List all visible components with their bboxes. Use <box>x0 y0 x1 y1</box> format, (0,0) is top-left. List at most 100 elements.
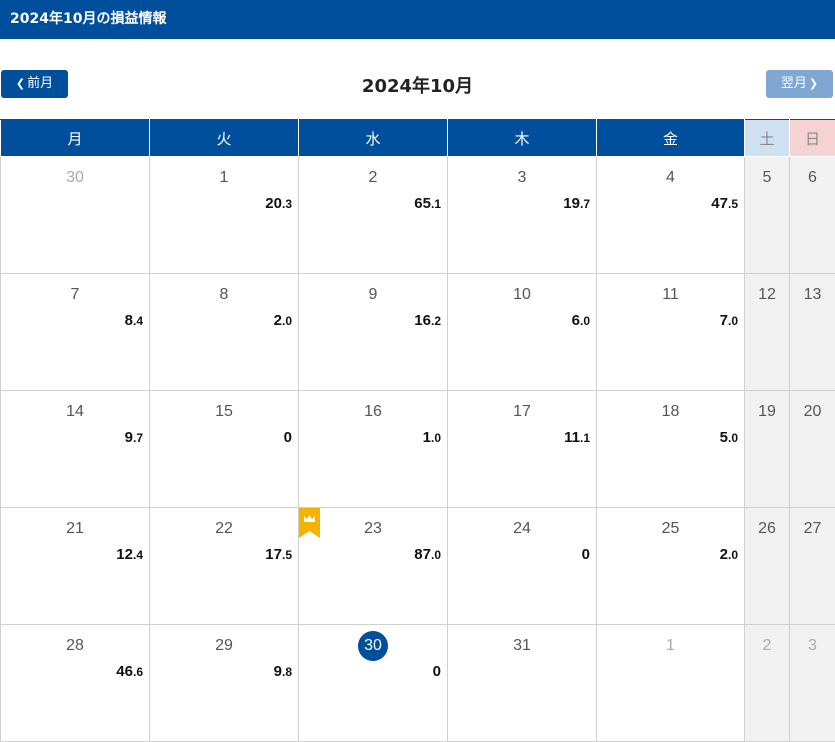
calendar-day-cell[interactable]: 30 <box>0 156 150 274</box>
day-number: 29 <box>150 635 298 657</box>
calendar-day-cell[interactable]: 17 11.1 <box>447 390 597 508</box>
calendar-day-cell[interactable]: 27 <box>789 507 835 625</box>
day-number-text: 3 <box>808 637 817 654</box>
calendar-day-cell[interactable]: 20 <box>789 390 835 508</box>
profit-value-int: 9 <box>273 663 282 680</box>
day-number: 11 <box>597 284 744 306</box>
profit-value-int: 12 <box>116 546 133 563</box>
calendar-day-cell[interactable]: 25 2.0 <box>596 507 745 625</box>
day-number-text: 4 <box>666 169 675 186</box>
calendar-day-cell[interactable]: 2 <box>744 624 790 742</box>
day-number: 22 <box>150 518 298 540</box>
calendar-day-cell[interactable]: 31 <box>447 624 597 742</box>
page-title: 2024年10月の損益情報 <box>0 0 835 39</box>
profit-value-int: 1 <box>422 429 431 446</box>
day-number-text: 25 <box>661 520 680 537</box>
calendar-day-cell[interactable]: 18 5.0 <box>596 390 745 508</box>
weekday-header-thu: 木 <box>447 119 597 157</box>
profit-value-decimal: .7 <box>132 431 143 445</box>
profit-value-int: 65 <box>414 195 431 212</box>
calendar-day-cell[interactable]: 21 12.4 <box>0 507 150 625</box>
chevron-right-icon: ❯ <box>808 77 819 90</box>
profit-value-int: 6 <box>571 312 580 329</box>
profit-value-int: 11 <box>564 429 580 446</box>
day-number-text: 21 <box>66 520 84 537</box>
calendar-day-cell[interactable]: 23 87.0 <box>298 507 448 625</box>
day-number-text: 19 <box>758 403 776 420</box>
day-number-text: 27 <box>803 520 822 537</box>
day-number-text: 8 <box>219 286 229 303</box>
calendar-day-cell[interactable]: 8 2.0 <box>149 273 299 391</box>
calendar-day-cell[interactable]: 1 20.3 <box>149 156 299 274</box>
day-number-text: 12 <box>758 286 776 303</box>
calendar-day-cell[interactable]: 7 8.4 <box>0 273 150 391</box>
day-number: 12 <box>745 284 789 306</box>
calendar-day-cell[interactable]: 1 <box>596 624 745 742</box>
day-number: 23 <box>299 518 447 540</box>
profit-value: 20.3 <box>265 195 292 212</box>
calendar-day-cell[interactable]: 15 0 <box>149 390 299 508</box>
profit-value-decimal: .5 <box>727 197 738 211</box>
weekday-header-row: 月 火 水 木 金 土 日 <box>0 119 835 157</box>
day-number-text: 26 <box>758 520 776 537</box>
weekday-header-sat: 土 <box>744 119 790 157</box>
profit-value-decimal: .0 <box>430 431 441 445</box>
calendar-day-cell[interactable]: 11 7.0 <box>596 273 745 391</box>
calendar-day-cell[interactable]: 2 65.1 <box>298 156 448 274</box>
calendar-day-cell[interactable]: 30 0 <box>298 624 448 742</box>
calendar-day-cell[interactable]: 12 <box>744 273 790 391</box>
weekday-header-fri: 金 <box>596 119 745 157</box>
calendar-week-row: 21 12.4 22 17.5 23 87.0 24 0 25 2.0 26 27 <box>0 507 835 625</box>
calendar-day-cell[interactable]: 10 6.0 <box>447 273 597 391</box>
calendar-day-cell[interactable]: 26 <box>744 507 790 625</box>
day-number: 4 <box>597 167 744 189</box>
calendar-day-cell[interactable]: 22 17.5 <box>149 507 299 625</box>
profit-value-decimal: .0 <box>727 431 738 445</box>
day-number-text: 23 <box>364 520 382 537</box>
calendar-day-cell[interactable]: 6 <box>789 156 835 274</box>
day-number-text: 22 <box>215 520 233 537</box>
profit-value-int: 5 <box>719 429 728 446</box>
profit-value: 0 <box>284 429 292 446</box>
day-number-text: 9 <box>368 286 378 303</box>
calendar-day-cell[interactable]: 24 0 <box>447 507 597 625</box>
day-number: 6 <box>790 167 835 189</box>
calendar-day-cell[interactable]: 16 1.0 <box>298 390 448 508</box>
crown-ribbon-icon <box>299 508 320 538</box>
day-number-text: 1 <box>666 637 675 654</box>
next-month-button[interactable]: 翌月 ❯ <box>766 70 833 98</box>
calendar-day-cell[interactable]: 29 9.8 <box>149 624 299 742</box>
calendar-day-cell[interactable]: 28 46.6 <box>0 624 150 742</box>
day-number-text: 16 <box>364 403 382 420</box>
profit-value-int: 16 <box>414 312 431 329</box>
profit-value: 0 <box>433 663 441 680</box>
profit-value: 46.6 <box>116 663 143 680</box>
profit-value: 0 <box>582 546 590 563</box>
weekday-header-mon: 月 <box>0 119 150 157</box>
day-number-text: 29 <box>215 637 233 654</box>
day-number: 27 <box>790 518 835 540</box>
day-number-text: 30 <box>66 169 84 186</box>
day-number-text: 31 <box>513 637 531 654</box>
calendar-day-cell[interactable]: 14 9.7 <box>0 390 150 508</box>
profit-value: 12.4 <box>116 546 143 563</box>
day-number-text: 6 <box>808 169 817 186</box>
calendar-day-cell[interactable]: 19 <box>744 390 790 508</box>
profit-value-decimal: .5 <box>281 548 292 562</box>
profit-value: 2.0 <box>274 312 292 329</box>
day-number: 15 <box>150 401 298 423</box>
calendar-day-cell[interactable]: 3 <box>789 624 835 742</box>
calendar-day-cell[interactable]: 4 47.5 <box>596 156 745 274</box>
day-number-text: 3 <box>517 169 527 186</box>
calendar-day-cell[interactable]: 5 <box>744 156 790 274</box>
calendar-day-cell[interactable]: 13 <box>789 273 835 391</box>
today-day-number: 30 <box>299 631 447 661</box>
calendar-week-row: 14 9.7 15 0 16 1.0 17 11.1 18 5.0 19 20 <box>0 390 835 508</box>
profit-value-decimal: .0 <box>727 548 738 562</box>
day-number-text: 14 <box>66 403 84 420</box>
calendar-day-cell[interactable]: 3 19.7 <box>447 156 597 274</box>
calendar-day-cell[interactable]: 9 16.2 <box>298 273 448 391</box>
day-number-text: 13 <box>803 286 822 303</box>
profit-value-int: 0 <box>581 546 590 563</box>
calendar-week-row: 30 1 20.3 2 65.1 3 19.7 4 47.5 5 6 <box>0 156 835 274</box>
